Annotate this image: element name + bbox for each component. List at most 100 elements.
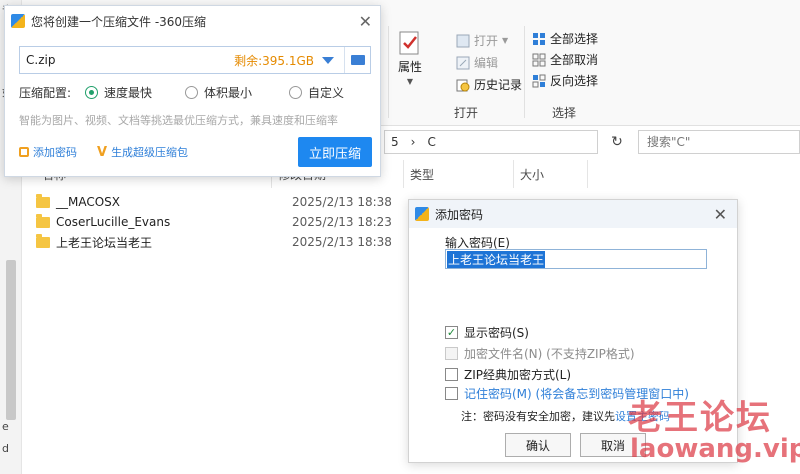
compress-now-button[interactable]: 立即压缩 xyxy=(298,137,372,167)
ribbon-divider xyxy=(524,26,525,118)
edit-icon xyxy=(456,56,470,69)
radio-dot xyxy=(289,86,302,99)
select-all-label: 全部选择 xyxy=(550,32,599,46)
encrypt-filenames-checkbox: 加密文件名(N) (不支持ZIP格式) xyxy=(445,345,635,362)
file-row[interactable]: 上老王论坛当老王 2025/2/13 18:38 xyxy=(36,232,392,252)
browse-folder-button[interactable] xyxy=(344,47,370,73)
radio-dot xyxy=(85,86,98,99)
zip-classic-label: ZIP经典加密方式(L) xyxy=(464,368,572,382)
group-label-select: 选择 xyxy=(552,106,577,120)
radio-dot xyxy=(185,86,198,99)
select-all-icon xyxy=(533,32,545,45)
open-label: 打开 xyxy=(474,34,499,48)
compress-hint: 智能为图片、视频、文档等挑选最优压缩方式，兼具速度和压缩率 xyxy=(19,114,338,127)
free-space-label: 剩余:395.1GB xyxy=(234,53,314,68)
checkbox-box xyxy=(445,368,458,381)
close-icon[interactable]: ✕ xyxy=(359,12,372,31)
option-smallest-radio[interactable]: 体积最小 xyxy=(185,84,289,101)
history-icon xyxy=(456,79,470,91)
nav-fragment: e xyxy=(2,420,9,433)
select-none-button[interactable]: 全部取消 xyxy=(532,51,598,68)
compress-config: 压缩配置: 速度最快 体积最小 自定义 xyxy=(19,84,344,101)
column-header-type[interactable]: 类型 xyxy=(404,160,514,188)
breadcrumb-parent[interactable]: 5 xyxy=(391,135,399,149)
super-archive-label: 生成超级压缩包 xyxy=(111,146,189,159)
invert-selection-icon xyxy=(532,74,546,87)
option-custom-radio[interactable]: 自定义 xyxy=(289,84,344,101)
properties-label: 属性 xyxy=(398,60,423,74)
file-name: CoserLucille_Evans xyxy=(56,215,171,229)
history-label: 历史记录 xyxy=(474,78,523,92)
vip-icon: V xyxy=(97,144,108,160)
option-label: 自定义 xyxy=(308,86,345,100)
invert-selection-button[interactable]: 反向选择 xyxy=(532,72,598,89)
file-row[interactable]: CoserLucille_Evans 2025/2/13 18:23 xyxy=(36,212,392,232)
option-fastest-radio[interactable]: 速度最快 xyxy=(85,84,185,101)
search-input[interactable]: 搜索"C" xyxy=(638,130,800,154)
open-button[interactable]: 打开 ▼ xyxy=(456,32,508,49)
file-row[interactable]: __MACOSX 2025/2/13 18:38 xyxy=(36,192,392,212)
column-header-size[interactable]: 大小 xyxy=(514,160,588,188)
compress-dialog: 您将创建一个压缩文件 -360压缩 ✕ C.zip 剩余:395.1GB 压缩配… xyxy=(4,5,381,177)
add-password-label: 添加密码 xyxy=(33,146,77,159)
open-icon xyxy=(456,34,470,47)
watermark-url: laowang.vip xyxy=(630,434,800,464)
file-name: 上老王论坛当老王 xyxy=(56,235,153,250)
chevron-down-icon[interactable] xyxy=(322,56,334,64)
lock-icon xyxy=(19,147,29,157)
password-value: 上老王论坛当老王 xyxy=(447,250,546,268)
archive-filename[interactable]: C.zip xyxy=(26,53,234,67)
password-input[interactable]: 上老王论坛当老王 xyxy=(445,249,707,269)
group-label-open: 打开 xyxy=(454,106,479,120)
select-none-icon xyxy=(532,53,546,66)
folder-icon xyxy=(36,213,50,228)
show-password-checkbox[interactable]: ✓ 显示密码(S) xyxy=(445,324,529,341)
ribbon-divider xyxy=(388,26,389,118)
folder-icon xyxy=(36,233,50,248)
zip-classic-checkbox[interactable]: ZIP经典加密方式(L) xyxy=(445,366,571,383)
checkmark-icon: ✓ xyxy=(445,326,458,339)
folder-icon xyxy=(36,193,50,208)
config-label: 压缩配置: xyxy=(19,86,72,100)
address-bar[interactable]: 5 › C xyxy=(384,130,598,154)
password-dialog-title: 添加密码 xyxy=(435,207,484,222)
select-none-label: 全部取消 xyxy=(550,53,599,67)
chevron-down-icon: ▼ xyxy=(502,36,509,45)
edit-button[interactable]: 编辑 xyxy=(456,54,498,71)
option-label: 体积最小 xyxy=(204,86,253,100)
select-all-button[interactable]: 全部选择 xyxy=(532,30,598,47)
invert-selection-label: 反向选择 xyxy=(550,74,599,88)
properties-icon xyxy=(399,31,419,55)
file-name: __MACOSX xyxy=(56,195,121,209)
option-label: 速度最快 xyxy=(104,86,153,100)
compress-dialog-title: 您将创建一个压缩文件 -360压缩 xyxy=(31,14,207,29)
file-date: 2025/2/13 18:38 xyxy=(292,195,392,209)
nav-fragment: d xyxy=(2,442,9,455)
app-logo-icon xyxy=(415,207,429,221)
file-date: 2025/2/13 18:23 xyxy=(292,215,392,229)
checkbox-box xyxy=(445,347,458,360)
history-button[interactable]: 历史记录 xyxy=(456,76,522,93)
compress-dialog-titlebar[interactable]: 您将创建一个压缩文件 -360压缩 xyxy=(5,6,380,36)
folder-icon xyxy=(350,55,365,65)
password-dialog-titlebar[interactable]: 添加密码 xyxy=(409,200,737,228)
show-password-label: 显示密码(S) xyxy=(464,326,529,340)
edit-label: 编辑 xyxy=(474,56,499,70)
app-logo-icon xyxy=(11,14,25,28)
breadcrumb-separator: › xyxy=(410,135,416,149)
encrypt-filenames-label: 加密文件名(N) (不支持ZIP格式) xyxy=(464,347,635,361)
file-date: 2025/2/13 18:38 xyxy=(292,235,392,249)
chevron-down-icon: ▼ xyxy=(406,77,414,86)
ok-button[interactable]: 确认 xyxy=(505,433,571,457)
properties-button[interactable]: 属性 ▼ xyxy=(398,30,422,86)
breadcrumb-current[interactable]: C xyxy=(427,135,435,149)
refresh-button[interactable]: ↻ xyxy=(604,130,630,154)
super-archive-link[interactable]: V 生成超级压缩包 xyxy=(97,144,188,160)
close-icon[interactable]: ✕ xyxy=(714,205,727,224)
watermark-text: 老王论坛 xyxy=(628,398,772,438)
add-password-link[interactable]: 添加密码 xyxy=(19,144,77,160)
archive-path-field[interactable]: C.zip 剩余:395.1GB xyxy=(19,46,371,74)
nav-scrollbar[interactable] xyxy=(6,260,16,420)
note-text: 注：密码没有安全加密，建议先 xyxy=(461,410,615,423)
refresh-icon: ↻ xyxy=(611,134,623,150)
